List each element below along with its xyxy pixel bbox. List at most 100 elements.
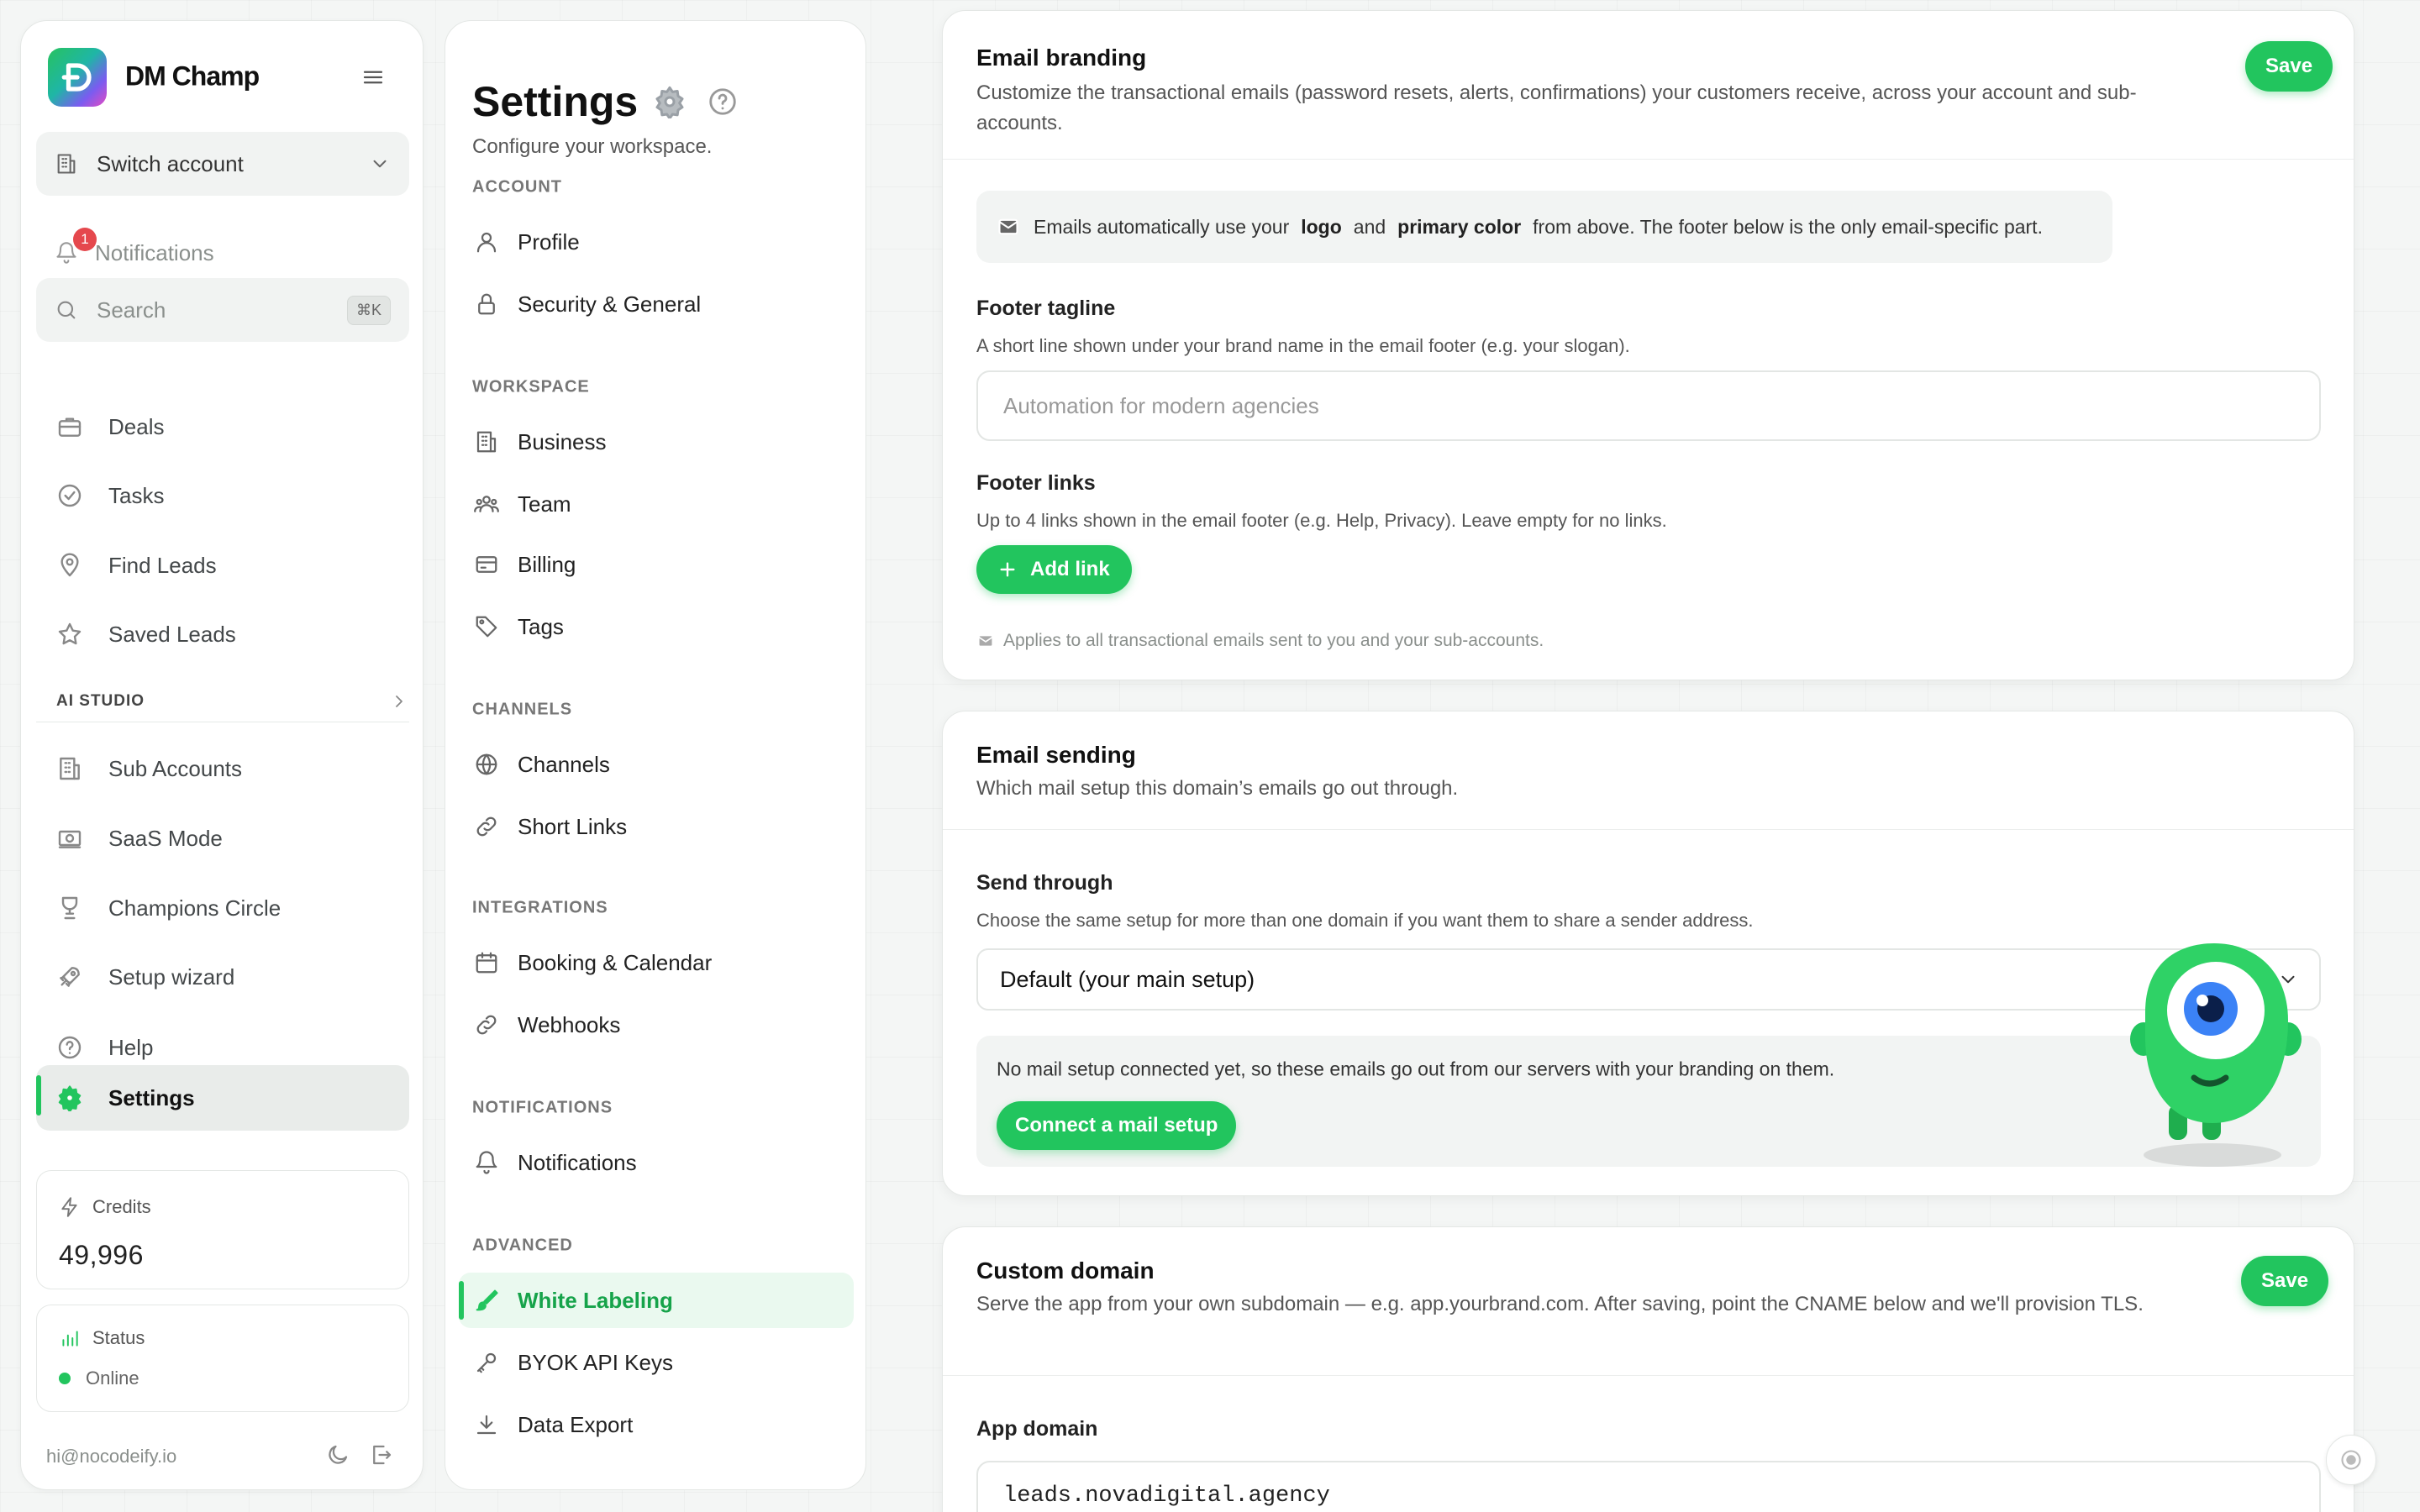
map-pin-icon — [56, 552, 83, 579]
add-link-button[interactable]: Add link — [976, 545, 1132, 594]
email-sending-description: Which mail setup this domain’s emails go… — [976, 777, 1459, 800]
email-branding-title: Email branding — [976, 45, 1147, 71]
sidebar-item-setup-wizard[interactable]: Setup wizard — [36, 947, 409, 1007]
mail-icon — [976, 632, 995, 650]
settings-item-webhooks[interactable]: Webhooks — [459, 997, 854, 1053]
chevron-right-icon — [389, 691, 409, 711]
help-circle-icon[interactable] — [707, 86, 739, 118]
hamburger-menu-icon[interactable] — [360, 65, 386, 90]
settings-item-short-links[interactable]: Short Links — [459, 799, 854, 854]
group-label-advanced: ADVANCED — [472, 1236, 573, 1255]
group-label-account: ACCOUNT — [472, 177, 562, 197]
building-icon — [474, 429, 499, 454]
floating-record-button[interactable] — [2326, 1435, 2376, 1485]
email-branding-description: Customize the transactional emails (pass… — [976, 81, 2137, 134]
sidebar-item-find-leads[interactable]: Find Leads — [36, 535, 409, 596]
settings-subtitle: Configure your workspace. — [472, 135, 713, 158]
search-icon — [55, 298, 78, 322]
mail-icon — [997, 215, 1020, 239]
chevron-down-icon — [369, 153, 391, 175]
credit-card-icon — [474, 552, 499, 577]
sidebar-item-label: Champions Circle — [108, 895, 281, 921]
lightning-icon — [59, 1196, 81, 1218]
download-icon — [474, 1412, 499, 1437]
credits-label: Credits — [92, 1196, 151, 1217]
mascot-illustration — [2130, 943, 2302, 1167]
settings-item-tags[interactable]: Tags — [459, 599, 854, 654]
building-icon — [56, 755, 83, 782]
app-domain-label: App domain — [976, 1417, 1098, 1441]
settings-item-security[interactable]: Security & General — [459, 276, 854, 332]
sidebar-item-label: Deals — [108, 413, 165, 439]
moon-icon[interactable] — [325, 1442, 350, 1467]
app-domain-input[interactable]: leads.novadigital.agency — [976, 1461, 2321, 1512]
settings-item-byok-api-keys[interactable]: BYOK API Keys — [459, 1335, 854, 1390]
settings-item-team[interactable]: Team — [459, 476, 854, 532]
info-text: from above. The footer below is the only… — [1533, 215, 2043, 238]
sidebar-item-champions-circle[interactable]: Champions Circle — [36, 878, 409, 938]
settings-item-channels[interactable]: Channels — [459, 737, 854, 792]
sidebar-item-label: Sub Accounts — [108, 755, 242, 781]
custom-domain-description: Serve the app from your own subdomain — … — [976, 1293, 2144, 1315]
switch-account-button[interactable]: Switch account — [36, 132, 409, 196]
branding-info-box: Emails automatically use your logo and p… — [976, 191, 2112, 263]
settings-item-label: Notifications — [518, 1149, 637, 1175]
sidebar-item-label: Tasks — [108, 482, 165, 508]
settings-item-white-labeling[interactable]: White Labeling — [459, 1273, 854, 1328]
send-through-value: Default (your main setup) — [1000, 966, 1255, 992]
footer-tagline-input[interactable]: Automation for modern agencies — [976, 370, 2321, 441]
custom-domain-save-button[interactable]: Save — [2241, 1256, 2329, 1306]
gear-icon — [56, 1084, 83, 1111]
sidebar-item-sub-accounts[interactable]: Sub Accounts — [36, 738, 409, 799]
credits-card: Credits 49,996 — [36, 1170, 409, 1289]
settings-item-business[interactable]: Business — [459, 414, 854, 470]
logout-icon[interactable] — [369, 1442, 394, 1467]
sidebar-item-saved-leads[interactable]: Saved Leads — [36, 604, 409, 664]
info-text: and — [1353, 215, 1386, 238]
target-icon — [2339, 1448, 2363, 1472]
no-mail-setup-text: No mail setup connected yet, so these em… — [997, 1058, 1835, 1080]
page-title: Settings — [472, 78, 639, 125]
switch-account-label: Switch account — [97, 150, 244, 176]
no-mail-setup-box: No mail setup connected yet, so these em… — [976, 1036, 2321, 1167]
status-indicator: Online — [59, 1368, 139, 1389]
app-domain-value: leads.novadigital.agency — [1003, 1483, 1330, 1509]
footer-links-hint: Up to 4 links shown in the email footer … — [976, 510, 1667, 531]
gear-icon — [653, 85, 687, 118]
settings-item-label: Billing — [518, 551, 576, 577]
calendar-icon — [474, 950, 499, 975]
search-input[interactable]: Search ⌘K — [36, 278, 409, 342]
settings-item-booking-calendar[interactable]: Booking & Calendar — [459, 935, 854, 990]
star-icon — [56, 621, 83, 648]
footer-links-label: Footer links — [976, 471, 1096, 495]
settings-item-notifications[interactable]: Notifications — [459, 1135, 854, 1190]
email-branding-save-button[interactable]: Save — [2245, 41, 2333, 92]
status-value: Online — [86, 1368, 139, 1389]
online-dot — [59, 1373, 71, 1384]
sidebar-item-tasks[interactable]: Tasks — [36, 465, 409, 526]
notifications-link[interactable]: 1 Notifications — [36, 228, 409, 276]
credits-value: 49,996 — [59, 1240, 144, 1270]
settings-item-profile[interactable]: Profile — [459, 214, 854, 270]
key-icon — [474, 1350, 499, 1375]
settings-title: Settings — [472, 77, 739, 126]
brand-name: DM Champ — [125, 60, 260, 92]
team-icon — [474, 491, 499, 517]
briefcase-icon — [56, 413, 83, 440]
connect-mail-setup-button[interactable]: Connect a mail setup — [997, 1101, 1237, 1150]
settings-item-data-export[interactable]: Data Export — [459, 1397, 854, 1452]
link-icon — [474, 814, 499, 839]
search-shortcut: ⌘K — [346, 295, 391, 325]
ai-studio-section-toggle[interactable]: AI STUDIO — [56, 691, 409, 711]
sidebar-item-settings[interactable]: Settings — [36, 1065, 409, 1131]
email-branding-card: Email branding Customize the transaction… — [942, 10, 2354, 680]
money-icon — [56, 825, 83, 852]
custom-domain-card: Custom domain Serve the app from your ow… — [942, 1226, 2354, 1512]
settings-item-billing[interactable]: Billing — [459, 537, 854, 592]
send-through-select[interactable]: Default (your main setup) — [976, 948, 2321, 1011]
sidebar-item-saas-mode[interactable]: SaaS Mode — [36, 808, 409, 869]
brand-logo[interactable] — [48, 48, 107, 107]
sidebar-item-deals[interactable]: Deals — [36, 396, 409, 457]
trophy-icon — [56, 895, 83, 921]
sidebar-item-label: SaaS Mode — [108, 825, 223, 851]
